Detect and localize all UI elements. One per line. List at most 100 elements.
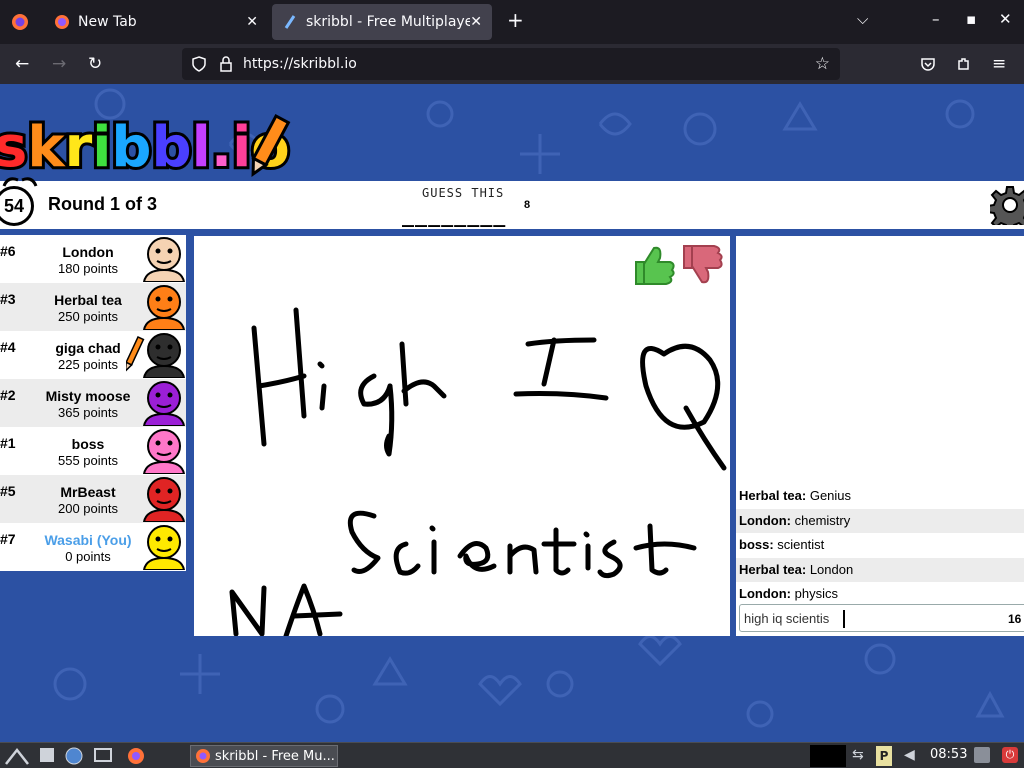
drawing-canvas[interactable] [194, 236, 730, 639]
player-rank: #1 [0, 435, 16, 451]
chat-sender: Herbal tea: [739, 488, 807, 503]
word-blanks: ________ [402, 203, 507, 227]
player-name: MrBeast [60, 484, 116, 500]
chat-sender: London: [739, 512, 791, 528]
player-list: #6 London 180 points #3 Herbal tea 250 points… [0, 235, 186, 571]
pencil-favicon-icon [284, 15, 296, 29]
player-row[interactable]: #5 MrBeast 200 points [0, 475, 186, 523]
chat-text: physics [794, 586, 838, 602]
chat-message: London: chemistry [736, 508, 1024, 533]
thumbs-down-icon[interactable] [683, 245, 723, 284]
tab-new-tab[interactable]: New Tab ✕ [44, 4, 268, 40]
chat-message: boss: scientist [736, 533, 1024, 557]
skribbl-page: skribbl.io skribbl.io 54 Round 1 of 3 GU… [0, 84, 1024, 742]
player-name: boss [71, 436, 105, 452]
alarm-clock-bells-icon [2, 177, 38, 187]
reload-icon[interactable]: ↻ [88, 54, 102, 74]
back-arrow-icon[interactable]: ← [15, 54, 29, 74]
pocket-icon[interactable] [920, 56, 936, 72]
network-status-icon[interactable]: ⇆ [852, 747, 864, 763]
chat-sender: boss: [739, 537, 774, 553]
taskbar-window-button[interactable]: skribbl - Free Mu... [190, 745, 338, 767]
player-avatar [142, 333, 186, 378]
new-tab-button[interactable]: + [507, 8, 524, 32]
chat-message: Herbal tea: Genius [736, 484, 1024, 508]
guess-this-label: GUESS THIS [422, 186, 505, 200]
chat-sender: London: [739, 586, 791, 602]
player-rank: #3 [0, 291, 16, 307]
thumbs-up-icon[interactable] [635, 246, 675, 285]
shield-icon[interactable] [191, 56, 207, 72]
tab-label: New Tab [78, 14, 137, 30]
player-row[interactable]: #2 Misty moose 365 points [0, 379, 186, 427]
word-length: 8 [524, 199, 531, 211]
file-manager-icon[interactable] [40, 748, 54, 762]
player-rank: #7 [0, 531, 16, 547]
text-cursor-icon [843, 610, 845, 628]
player-rank: #2 [0, 387, 16, 403]
url-bar[interactable]: https://skribbl.io ☆ [182, 48, 840, 80]
volume-icon[interactable]: ◀ [904, 747, 915, 763]
chat-input[interactable] [739, 604, 1024, 632]
chat-text: London [809, 561, 854, 577]
firefox-menu-icon[interactable] [10, 12, 30, 32]
player-row[interactable]: #6 London 180 points [0, 235, 186, 283]
player-avatar [142, 381, 186, 426]
chevron-down-icon[interactable]: ⌵ [857, 10, 868, 28]
lock-icon[interactable] [219, 56, 233, 72]
close-tab-icon[interactable]: ✕ [470, 14, 482, 30]
chat-sender: Herbal tea: [739, 561, 807, 577]
tab-label: skribbl - Free Multiplayer [306, 14, 470, 30]
bookmark-star-icon[interactable]: ☆ [815, 54, 830, 74]
player-rank: #5 [0, 483, 16, 499]
chat-panel: Herbal tea: Genius London: chemistry boss:… [736, 236, 1024, 636]
player-points: 250 points [58, 309, 118, 324]
player-avatar [142, 525, 186, 570]
round-indicator: Round 1 of 3 [48, 194, 157, 214]
system-monitor-graph [810, 745, 846, 767]
player-name: Misty moose [45, 388, 131, 404]
settings-gear-icon[interactable] [990, 185, 1024, 225]
clipboard-icon[interactable]: P [876, 746, 892, 766]
chat-text: chemistry [794, 512, 851, 528]
show-desktop-icon[interactable] [94, 748, 112, 762]
player-avatar [142, 477, 186, 522]
player-avatar [142, 237, 186, 282]
player-name: Wasabi (You) [44, 532, 132, 548]
player-row[interactable]: #7 Wasabi (You) 0 points [0, 523, 186, 571]
firefox-launcher-icon[interactable] [126, 746, 146, 766]
chat-message: Herbal tea: London [736, 557, 1024, 582]
firefox-icon [196, 749, 210, 763]
player-points: 180 points [58, 261, 118, 276]
player-points: 555 points [58, 453, 118, 468]
player-row[interactable]: #4 giga chad 225 points [0, 331, 186, 379]
maximize-button[interactable]: ▪ [966, 10, 976, 28]
tab-skribbl[interactable]: skribbl - Free Multiplayer ✕ [272, 4, 492, 40]
power-icon[interactable]: ⏻ [1002, 747, 1018, 763]
player-name: London [62, 244, 114, 260]
hamburger-menu-icon[interactable]: ≡ [992, 54, 1006, 74]
browser-nav-bar: ← → ↻ https://skribbl.io ☆ ≡ [0, 44, 1024, 84]
player-rank: #4 [0, 339, 16, 355]
start-menu-icon[interactable] [4, 746, 30, 766]
player-name: Herbal tea [54, 292, 122, 308]
network-globe-icon[interactable] [64, 746, 84, 766]
url-text: https://skribbl.io [243, 56, 357, 72]
char-count: 16 [1008, 612, 1022, 626]
player-row[interactable]: #3 Herbal tea 250 points [0, 283, 186, 331]
forward-arrow-icon[interactable]: → [52, 54, 66, 74]
user-icon[interactable] [974, 747, 990, 763]
chat-text: scientist [777, 537, 825, 553]
minimize-button[interactable]: – [932, 10, 940, 28]
drawing-pencil-icon [126, 336, 145, 373]
os-taskbar: skribbl - Free Mu... ⇆ P ◀ 08:53 ⏻ [0, 742, 1024, 768]
player-row[interactable]: #1 boss 555 points [0, 427, 186, 475]
close-window-button[interactable]: ✕ [999, 10, 1012, 28]
logo-text: skribbl.io [0, 115, 290, 180]
close-tab-icon[interactable]: ✕ [246, 14, 258, 30]
chat-text: Genius [809, 488, 852, 503]
taskbar-window-label: skribbl - Free Mu... [215, 748, 335, 764]
player-points: 200 points [58, 501, 118, 516]
extensions-icon[interactable] [956, 56, 972, 72]
chat-message: London: physics [736, 582, 1024, 606]
